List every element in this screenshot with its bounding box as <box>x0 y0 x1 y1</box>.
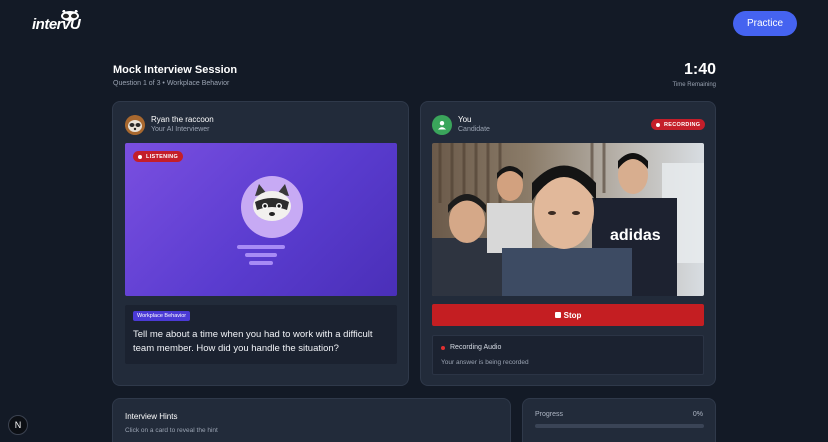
logo-text: intervU <box>32 16 81 33</box>
hints-subtitle: Click on a card to reveal the hint <box>125 427 218 434</box>
app-logo[interactable]: intervU <box>32 10 82 36</box>
interviewer-avatar <box>125 115 145 135</box>
practice-button[interactable]: Practice <box>733 11 797 36</box>
dev-tools-badge[interactable]: N <box>8 415 28 435</box>
interviewer-name: Ryan the raccoon <box>151 115 214 124</box>
timer: 1:40 <box>683 61 716 78</box>
speech-wave-line <box>249 261 273 265</box>
listening-badge-label: LISTENING <box>146 153 179 160</box>
recording-badge: RECORDING <box>651 119 706 130</box>
session-title: Mock Interview Session <box>113 64 238 76</box>
recording-dot-icon <box>441 345 445 350</box>
stop-button[interactable]: Stop <box>432 304 704 326</box>
speech-wave-line <box>245 253 277 257</box>
speech-wave-line <box>237 245 285 249</box>
recording-badge-label: RECORDING <box>664 121 701 128</box>
question-box: Workplace Behavior Tell me about a time … <box>125 305 397 364</box>
candidate-avatar <box>432 115 452 135</box>
candidate-role: Candidate <box>458 126 490 133</box>
raccoon-face-icon <box>253 184 291 221</box>
user-icon <box>438 121 446 130</box>
webcam-video: adidas <box>432 143 704 296</box>
badge-dot-icon <box>138 154 142 159</box>
stop-button-label: Stop <box>563 310 582 320</box>
interviewer-stage: LISTENING <box>125 143 397 296</box>
recording-title: Recording Audio <box>441 344 501 351</box>
hints-title: Interview Hints <box>125 412 178 421</box>
session-subtitle: Question 1 of 3 • Workplace Behavior <box>113 80 230 87</box>
raccoon-avatar-icon <box>125 115 145 135</box>
timer-label: Time Remaining <box>672 82 716 88</box>
page: intervU Practice Mock Interview Session … <box>0 0 828 442</box>
progress-label: Progress <box>535 411 564 418</box>
listening-badge: LISTENING <box>133 151 184 162</box>
progress-bar <box>535 424 704 428</box>
progress-card: Progress 0% <box>522 398 716 442</box>
recording-status-box: Recording Audio Your answer is being rec… <box>432 335 704 375</box>
recording-title-label: Recording Audio <box>450 344 502 351</box>
stop-icon <box>554 312 561 318</box>
webcam-feed-image: adidas <box>432 143 704 296</box>
candidate-name: You <box>458 115 472 124</box>
question-text: Tell me about a time when you had to wor… <box>133 329 373 354</box>
shirt-logo-text: adidas <box>610 227 661 244</box>
candidate-card: You Candidate RECORDING adidas Stop Reco… <box>420 101 716 386</box>
interview-hints-card: Interview Hints Click on a card to revea… <box>112 398 511 442</box>
badge-dot-icon <box>656 122 660 127</box>
progress-value: 0% <box>692 411 703 418</box>
raccoon-avatar <box>241 176 303 238</box>
interviewer-card: Ryan the raccoon Your AI Interviewer LIS… <box>112 101 409 386</box>
interviewer-role: Your AI Interviewer <box>151 126 210 133</box>
question-category-tag: Workplace Behavior <box>133 311 191 321</box>
recording-subtitle: Your answer is being recorded <box>441 359 529 366</box>
